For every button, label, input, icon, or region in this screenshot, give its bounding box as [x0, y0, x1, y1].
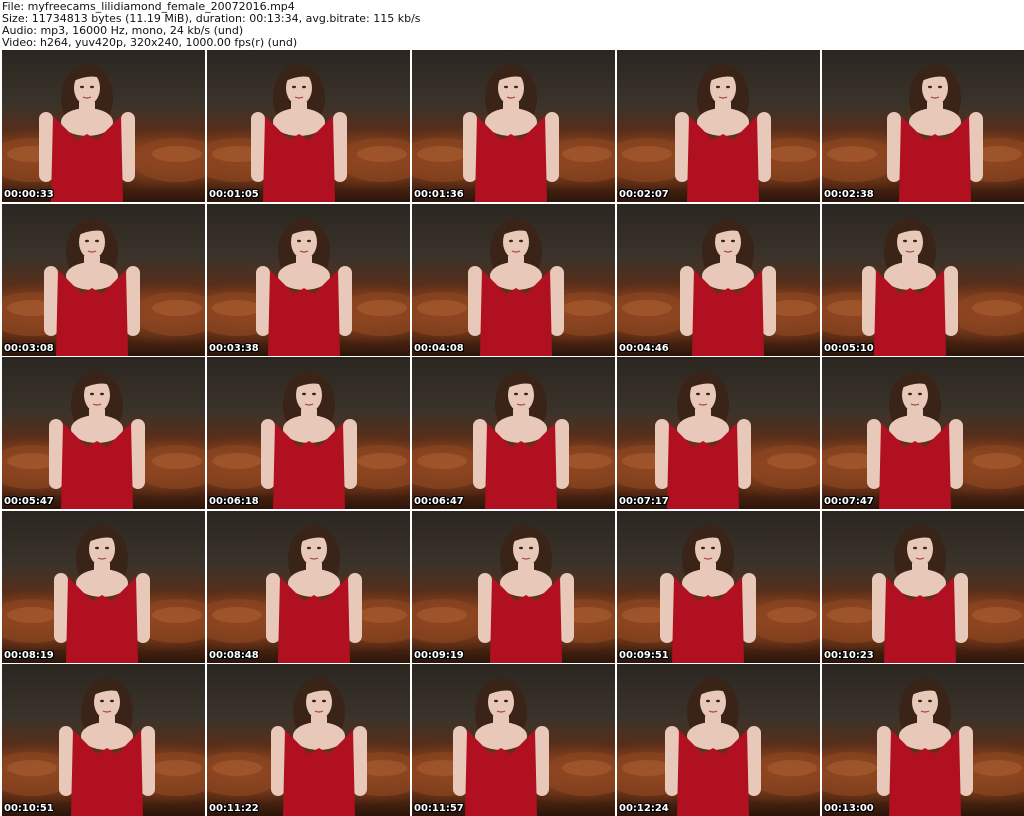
- thumbnail-timestamp: 00:06:47: [414, 496, 464, 507]
- thumbnail-timestamp: 00:06:18: [209, 496, 259, 507]
- frame-image: [2, 218, 205, 356]
- video-thumbnail: 00:02:07: [617, 50, 820, 202]
- frame-image: [412, 678, 615, 816]
- video-thumbnail: 00:11:57: [412, 664, 615, 816]
- thumbnail-timestamp: 00:09:51: [619, 650, 669, 661]
- frame-image: [822, 371, 1024, 509]
- video-thumbnail: 00:06:47: [412, 357, 615, 509]
- frame-image: [2, 64, 205, 202]
- video-thumbnail: 00:05:47: [2, 357, 205, 509]
- video-thumbnail: 00:09:19: [412, 511, 615, 663]
- video-thumbnail: 00:12:24: [617, 664, 820, 816]
- video-thumbnail: 00:10:51: [2, 664, 205, 816]
- thumbnail-timestamp: 00:00:33: [4, 189, 54, 200]
- video-thumbnail: 00:08:19: [2, 511, 205, 663]
- video-thumbnail: 00:03:38: [207, 204, 410, 356]
- frame-image: [412, 218, 615, 356]
- thumbnail-timestamp: 00:01:05: [209, 189, 259, 200]
- thumbnail-timestamp: 00:05:47: [4, 496, 54, 507]
- video-thumbnail: 00:06:18: [207, 357, 410, 509]
- frame-image: [617, 678, 820, 816]
- video-thumbnail: 00:10:23: [822, 511, 1024, 663]
- frame-image: [822, 678, 1024, 816]
- frame-image: [617, 525, 820, 663]
- frame-image: [2, 678, 205, 816]
- thumbnail-timestamp: 00:04:08: [414, 343, 464, 354]
- video-thumbnail: 00:01:36: [412, 50, 615, 202]
- frame-image: [617, 64, 820, 202]
- video-thumbnail: 00:05:10: [822, 204, 1024, 356]
- frame-image: [617, 371, 820, 509]
- thumbnail-timestamp: 00:08:19: [4, 650, 54, 661]
- thumbnail-timestamp: 00:09:19: [414, 650, 464, 661]
- frame-image: [822, 525, 1024, 663]
- thumbnail-timestamp: 00:02:38: [824, 189, 874, 200]
- thumbnail-timestamp: 00:13:00: [824, 803, 874, 814]
- thumbnail-timestamp: 00:04:46: [619, 343, 669, 354]
- thumbnail-grid: 00:00:33 00:01:05 00:01:36 00:02:07 00:02:38…: [0, 50, 1024, 816]
- frame-image: [412, 371, 615, 509]
- video-thumbnail: 00:02:38: [822, 50, 1024, 202]
- file-info-header: File: myfreecams_lilidiamond_female_2007…: [0, 0, 1024, 50]
- frame-image: [207, 218, 410, 356]
- thumbnail-timestamp: 00:01:36: [414, 189, 464, 200]
- video-info-line: Video: h264, yuv420p, 320x240, 1000.00 f…: [2, 36, 298, 49]
- video-thumbnail: 00:04:08: [412, 204, 615, 356]
- frame-image: [207, 371, 410, 509]
- thumbnail-timestamp: 00:07:47: [824, 496, 874, 507]
- video-thumbnail: 00:07:47: [822, 357, 1024, 509]
- frame-image: [822, 64, 1024, 202]
- frame-image: [412, 64, 615, 202]
- video-thumbnail: 00:11:22: [207, 664, 410, 816]
- thumbnail-timestamp: 00:11:57: [414, 803, 464, 814]
- video-thumbnail: 00:13:00: [822, 664, 1024, 816]
- thumbnail-timestamp: 00:11:22: [209, 803, 259, 814]
- video-thumbnail: 00:03:08: [2, 204, 205, 356]
- thumbnail-timestamp: 00:12:24: [619, 803, 669, 814]
- video-thumbnail: 00:09:51: [617, 511, 820, 663]
- frame-image: [822, 218, 1024, 356]
- video-thumbnail: 00:01:05: [207, 50, 410, 202]
- thumbnail-timestamp: 00:08:48: [209, 650, 259, 661]
- thumbnail-timestamp: 00:02:07: [619, 189, 669, 200]
- thumbnail-timestamp: 00:07:17: [619, 496, 669, 507]
- video-thumbnail: 00:08:48: [207, 511, 410, 663]
- frame-image: [617, 218, 820, 356]
- thumbnail-timestamp: 00:05:10: [824, 343, 874, 354]
- frame-image: [207, 525, 410, 663]
- thumbnail-timestamp: 00:03:08: [4, 343, 54, 354]
- frame-image: [2, 371, 205, 509]
- video-thumbnail: 00:04:46: [617, 204, 820, 356]
- thumbnail-timestamp: 00:10:23: [824, 650, 874, 661]
- frame-image: [207, 678, 410, 816]
- thumbnail-timestamp: 00:10:51: [4, 803, 54, 814]
- frame-image: [2, 525, 205, 663]
- frame-image: [412, 525, 615, 663]
- frame-image: [207, 64, 410, 202]
- video-thumbnail: 00:07:17: [617, 357, 820, 509]
- video-thumbnail: 00:00:33: [2, 50, 205, 202]
- thumbnail-timestamp: 00:03:38: [209, 343, 259, 354]
